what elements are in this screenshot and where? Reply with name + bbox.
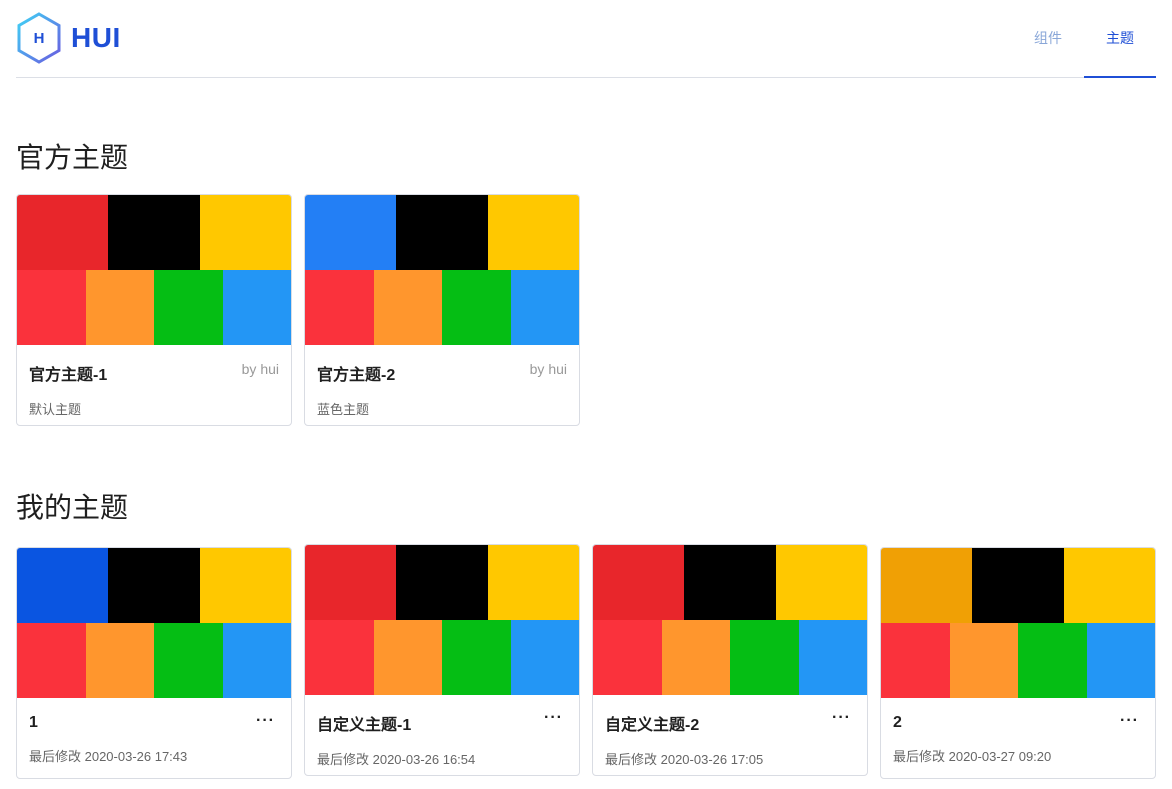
color-swatch bbox=[881, 623, 950, 698]
color-swatch bbox=[442, 620, 511, 695]
color-swatch bbox=[442, 270, 511, 345]
color-swatch bbox=[305, 270, 374, 345]
last-modified: 最后修改 2020-03-27 09:20 bbox=[893, 749, 1052, 764]
card-body: 1 ··· 最后修改 2020-03-26 17:43 bbox=[17, 698, 291, 778]
top-nav: 组件 主题 bbox=[1012, 0, 1156, 78]
color-swatch bbox=[396, 195, 488, 270]
secondary-color-swatches bbox=[593, 620, 867, 695]
color-swatch bbox=[305, 620, 374, 695]
color-swatch bbox=[775, 545, 867, 620]
last-modified: 最后修改 2020-03-26 17:43 bbox=[29, 749, 188, 764]
top-header: H HUI 组件 主题 bbox=[16, 0, 1156, 78]
card-body: 自定义主题-2 ··· 最后修改 2020-03-26 17:05 bbox=[593, 695, 867, 775]
color-swatch bbox=[593, 545, 685, 620]
primary-color-swatches bbox=[593, 545, 867, 620]
color-swatch bbox=[661, 620, 730, 695]
section-title-mine: 我的主题 bbox=[16, 492, 129, 523]
color-swatch bbox=[373, 270, 442, 345]
color-swatch bbox=[305, 195, 397, 270]
color-swatch bbox=[17, 270, 86, 345]
card-body: 2 ··· 最后修改 2020-03-27 09:20 bbox=[881, 698, 1155, 778]
more-options-icon[interactable]: ··· bbox=[832, 709, 851, 727]
secondary-color-swatches bbox=[305, 270, 579, 345]
color-swatch bbox=[1086, 623, 1155, 698]
last-modified: 最后修改 2020-03-26 17:05 bbox=[605, 752, 764, 767]
secondary-color-swatches bbox=[17, 623, 291, 698]
color-swatch bbox=[305, 545, 397, 620]
theme-card[interactable]: 官方主题-2 by hui 蓝色主题 bbox=[304, 194, 580, 426]
theme-title: 自定义主题-2 bbox=[605, 717, 700, 734]
color-swatch bbox=[1018, 623, 1087, 698]
logo[interactable]: H HUI bbox=[16, 12, 121, 64]
theme-card[interactable]: 2 ··· 最后修改 2020-03-27 09:20 bbox=[880, 547, 1156, 779]
card-body: 官方主题-2 by hui 蓝色主题 bbox=[305, 345, 579, 425]
theme-author: by hui bbox=[241, 361, 279, 377]
color-swatch bbox=[17, 548, 109, 623]
color-swatch bbox=[85, 270, 154, 345]
theme-card[interactable]: 官方主题-1 by hui 默认主题 bbox=[16, 194, 292, 426]
theme-title: 2 bbox=[893, 714, 902, 731]
color-swatch bbox=[949, 623, 1018, 698]
theme-description: 蓝色主题 bbox=[317, 402, 370, 417]
color-swatch bbox=[154, 270, 223, 345]
theme-title: 1 bbox=[29, 714, 38, 731]
card-body: 自定义主题-1 ··· 最后修改 2020-03-26 16:54 bbox=[305, 695, 579, 775]
color-swatch bbox=[199, 548, 291, 623]
color-swatch bbox=[108, 195, 200, 270]
color-swatch bbox=[510, 270, 579, 345]
card-body: 官方主题-1 by hui 默认主题 bbox=[17, 345, 291, 425]
theme-description: 默认主题 bbox=[29, 402, 82, 417]
nav-components[interactable]: 组件 bbox=[1012, 0, 1084, 78]
color-swatch bbox=[972, 548, 1064, 623]
color-swatch bbox=[798, 620, 867, 695]
color-swatch bbox=[593, 620, 662, 695]
theme-card[interactable]: 自定义主题-2 ··· 最后修改 2020-03-26 17:05 bbox=[592, 544, 868, 776]
color-swatch bbox=[85, 623, 154, 698]
nav-themes[interactable]: 主题 bbox=[1084, 0, 1156, 78]
primary-color-swatches bbox=[17, 195, 291, 270]
more-options-icon[interactable]: ··· bbox=[544, 709, 563, 727]
color-swatch bbox=[199, 195, 291, 270]
hexagon-logo-icon: H bbox=[16, 12, 62, 64]
color-swatch bbox=[487, 545, 579, 620]
primary-color-swatches bbox=[881, 548, 1155, 623]
more-options-icon[interactable]: ··· bbox=[256, 712, 275, 730]
color-swatch bbox=[222, 623, 291, 698]
color-swatch bbox=[17, 195, 109, 270]
color-swatch bbox=[684, 545, 776, 620]
color-swatch bbox=[487, 195, 579, 270]
color-swatch bbox=[17, 623, 86, 698]
color-swatch bbox=[108, 548, 200, 623]
primary-color-swatches bbox=[305, 195, 579, 270]
color-swatch bbox=[222, 270, 291, 345]
logo-letter: H bbox=[34, 30, 45, 47]
theme-card[interactable]: 自定义主题-1 ··· 最后修改 2020-03-26 16:54 bbox=[304, 544, 580, 776]
color-swatch bbox=[881, 548, 973, 623]
secondary-color-swatches bbox=[305, 620, 579, 695]
brand-name: HUI bbox=[71, 22, 121, 53]
theme-author: by hui bbox=[529, 361, 567, 377]
primary-color-swatches bbox=[305, 545, 579, 620]
color-swatch bbox=[373, 620, 442, 695]
section-title-official: 官方主题 bbox=[16, 142, 129, 173]
color-swatch bbox=[730, 620, 799, 695]
secondary-color-swatches bbox=[881, 623, 1155, 698]
color-swatch bbox=[396, 545, 488, 620]
secondary-color-swatches bbox=[17, 270, 291, 345]
more-options-icon[interactable]: ··· bbox=[1120, 712, 1139, 730]
color-swatch bbox=[510, 620, 579, 695]
color-swatch bbox=[1063, 548, 1155, 623]
theme-card[interactable]: 1 ··· 最后修改 2020-03-26 17:43 bbox=[16, 547, 292, 779]
last-modified: 最后修改 2020-03-26 16:54 bbox=[317, 752, 476, 767]
primary-color-swatches bbox=[17, 548, 291, 623]
theme-title: 自定义主题-1 bbox=[317, 717, 412, 734]
color-swatch bbox=[154, 623, 223, 698]
